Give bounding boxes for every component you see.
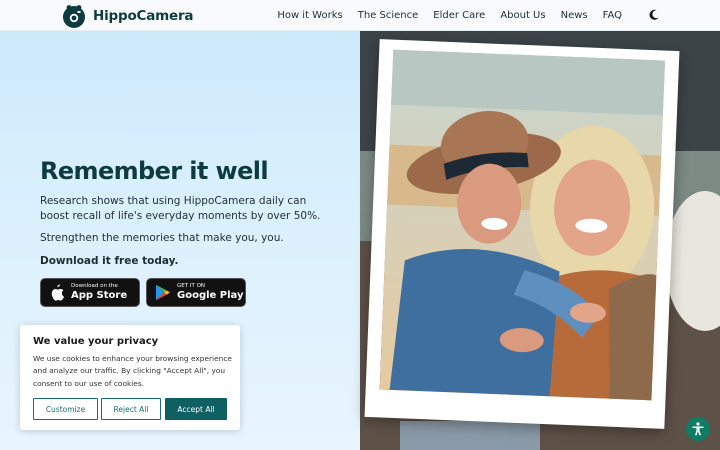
reject-all-button[interactable]: Reject All	[101, 398, 161, 420]
google-play-label: Google Play	[177, 290, 244, 302]
headline-emphasis: Remember	[40, 157, 182, 185]
nav-news[interactable]: News	[561, 10, 588, 21]
cookie-title: We value your privacy	[33, 336, 159, 347]
cookie-text: We use cookies to enhance your browsing …	[33, 354, 232, 388]
google-play-button[interactable]: GET IT ON Google Play	[146, 278, 246, 307]
main-nav: How it Works The Science Elder Care Abou…	[262, 0, 622, 31]
moon-icon[interactable]	[648, 9, 660, 21]
hero-headline: Remember it well	[40, 157, 269, 185]
app-store-text: Download on the App Store	[71, 282, 128, 302]
site-header: HippoCamera How it Works The Science Eld…	[0, 0, 720, 31]
hero-download-cta: Download it free today.	[40, 255, 179, 267]
polaroid-frame	[364, 39, 680, 429]
nav-about-us[interactable]: About Us	[500, 10, 545, 21]
hero-photo	[379, 49, 666, 401]
brand-name: HippoCamera	[93, 8, 194, 24]
accept-all-button[interactable]: Accept All	[165, 398, 227, 420]
headline-rest: it well	[181, 157, 269, 185]
two-women-hugging-photo	[379, 49, 666, 401]
nav-elder-care[interactable]: Elder Care	[433, 10, 485, 21]
cookie-consent-banner: We value your privacy We use cookies to …	[20, 325, 240, 430]
hero-description: Research shows that using HippoCamera da…	[40, 195, 321, 222]
nav-the-science[interactable]: The Science	[358, 10, 419, 21]
nav-how-it-works[interactable]: How it Works	[277, 10, 342, 21]
brand-logo[interactable]: HippoCamera	[61, 3, 194, 29]
apple-icon	[51, 284, 64, 301]
accessibility-button[interactable]	[686, 417, 710, 441]
hero-tagline: Strengthen the memories that make you, y…	[40, 232, 284, 244]
google-play-small: GET IT ON	[177, 282, 206, 289]
google-play-text: GET IT ON Google Play	[177, 282, 244, 302]
hippo-logo-icon	[63, 5, 85, 28]
customize-button[interactable]: Customize	[33, 398, 98, 420]
accessibility-icon	[692, 422, 704, 436]
nav-faq[interactable]: FAQ	[603, 10, 622, 21]
app-store-small: Download on the	[71, 282, 118, 289]
app-store-label: App Store	[71, 290, 128, 302]
google-play-icon	[156, 284, 170, 301]
app-store-button[interactable]: Download on the App Store	[40, 278, 140, 307]
